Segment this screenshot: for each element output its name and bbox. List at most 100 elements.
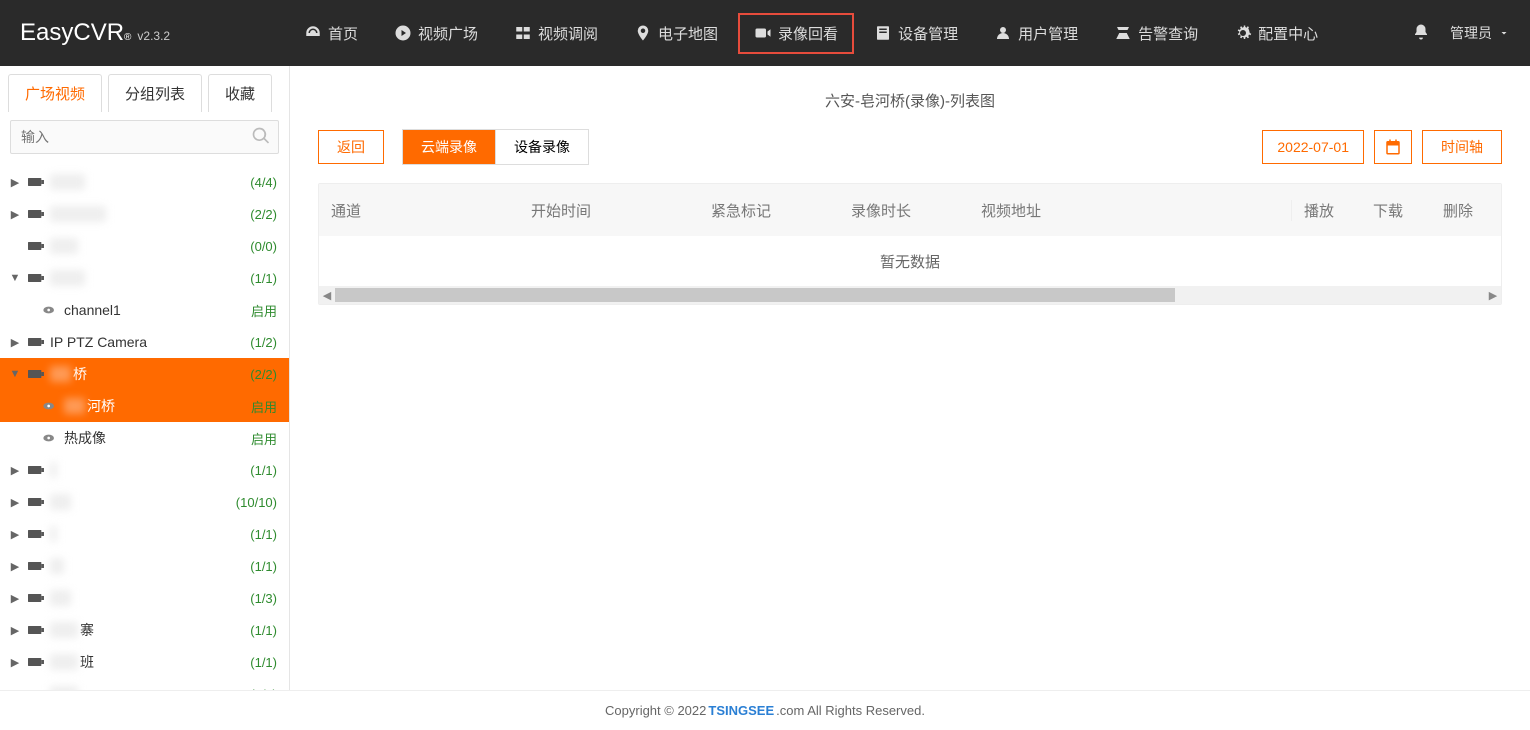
col-channel: 通道 <box>319 200 519 221</box>
camera-icon <box>42 432 58 444</box>
tree-device[interactable]: ▶xx(1/1) <box>0 550 289 582</box>
tree-count: (1/1) <box>250 655 277 670</box>
tree-label: xxx <box>50 494 236 510</box>
expander-icon[interactable]: ▶ <box>8 656 22 669</box>
nav-item-1[interactable]: 视频广场 <box>378 13 494 54</box>
expander-icon[interactable]: ▶ <box>8 336 22 349</box>
nav-item-8[interactable]: 配置中心 <box>1218 13 1334 54</box>
tree-status: 启用 <box>251 301 277 320</box>
nav-item-0[interactable]: 首页 <box>288 13 374 54</box>
tree-device[interactable]: ▶ xxxxxxxx(2/2) <box>0 198 289 230</box>
device-icon <box>28 272 44 284</box>
expander-icon[interactable]: ▶ <box>8 176 22 189</box>
sidebar-tab-1[interactable]: 分组列表 <box>108 74 202 112</box>
horizontal-scrollbar[interactable]: ◀ ▶ <box>319 286 1501 304</box>
tree-label: channel1 <box>64 302 251 318</box>
nav-item-5[interactable]: 设备管理 <box>858 13 974 54</box>
tree-label: xxx桥 <box>50 364 250 384</box>
expander-icon[interactable]: ▼ <box>8 368 22 380</box>
expander-icon[interactable]: ▶ <box>8 528 22 541</box>
nav-icon <box>634 24 652 42</box>
expander-icon[interactable]: ▶ <box>8 688 22 691</box>
tree-device[interactable]: ▶ xxxxx(4/4) <box>0 166 289 198</box>
tree-label: xxxxx <box>50 174 250 190</box>
cloud-record-tab[interactable]: 云端录像 <box>403 130 495 164</box>
tree-device[interactable]: xxxx(0/0) <box>0 230 289 262</box>
nav-icon <box>1234 24 1252 42</box>
tree-device[interactable]: ▼xxxxx(1/1) <box>0 262 289 294</box>
col-delete: 删除 <box>1431 200 1501 221</box>
tree-channel[interactable]: xxx河桥启用 <box>0 390 289 422</box>
device-record-tab[interactable]: 设备录像 <box>495 130 588 164</box>
nav-icon <box>394 24 412 42</box>
nav-icon <box>1114 24 1132 42</box>
sidebar-tabs: 广场视频分组列表收藏 <box>0 66 289 112</box>
device-icon <box>28 656 44 668</box>
expander-icon[interactable]: ▶ <box>8 624 22 637</box>
tree-device[interactable]: ▶xxxx寨(1/1) <box>0 614 289 646</box>
tree-channel[interactable]: channel1启用 <box>0 294 289 326</box>
scroll-thumb[interactable] <box>335 288 1175 302</box>
search-icon[interactable] <box>251 126 271 146</box>
col-urgent: 紧急标记 <box>699 200 839 221</box>
date-picker[interactable]: 2022-07-01 <box>1262 130 1364 164</box>
nav-icon <box>874 24 892 42</box>
tree-device[interactable]: ▶x(1/1) <box>0 454 289 486</box>
scroll-right-icon[interactable]: ▶ <box>1485 289 1501 302</box>
admin-label: 管理员 <box>1450 23 1492 43</box>
tree-status: 启用 <box>251 397 277 416</box>
tree-device[interactable]: ▶xxxx(1/1) <box>0 678 289 690</box>
expander-icon[interactable]: ▶ <box>8 464 22 477</box>
admin-menu[interactable]: 管理员 <box>1450 23 1510 43</box>
tree-device[interactable]: ▶ xxx(1/3) <box>0 582 289 614</box>
tree-channel[interactable]: 热成像启用 <box>0 422 289 454</box>
device-icon <box>28 688 44 690</box>
tree-label: xxxx班 <box>50 652 250 672</box>
calendar-button[interactable] <box>1374 130 1412 164</box>
sidebar-tab-0[interactable]: 广场视频 <box>8 74 102 112</box>
tree-label: xxxx <box>50 686 250 690</box>
search-input[interactable] <box>10 120 279 154</box>
nav-item-6[interactable]: 用户管理 <box>978 13 1094 54</box>
device-icon <box>28 592 44 604</box>
footer: Copyright © 2022 TSINGSEE .com All Right… <box>0 690 1530 730</box>
device-icon <box>28 624 44 636</box>
nav-item-7[interactable]: 告警查询 <box>1098 13 1214 54</box>
nav-item-2[interactable]: 视频调阅 <box>498 13 614 54</box>
tree-label: xxxxxxxx <box>50 206 250 222</box>
back-button[interactable]: 返回 <box>318 130 384 164</box>
nav-icon <box>994 24 1012 42</box>
tree-device[interactable]: ▼xxx桥(2/2) <box>0 358 289 390</box>
device-icon <box>28 496 44 508</box>
nav-item-4[interactable]: 录像回看 <box>738 13 854 54</box>
nav-item-3[interactable]: 电子地图 <box>618 13 734 54</box>
tree-count: (1/1) <box>250 527 277 542</box>
tree-count: (4/4) <box>250 175 277 190</box>
tree-label: xxxx寨 <box>50 620 250 640</box>
tree-device[interactable]: ▶x(1/1) <box>0 518 289 550</box>
expander-icon[interactable]: ▶ <box>8 496 22 509</box>
tree-device[interactable]: ▶xxx(10/10) <box>0 486 289 518</box>
device-tree: ▶xxxxx(4/4)▶xxxxxxxx(2/2)xxxx(0/0)▼xxxxx… <box>0 162 289 690</box>
expander-icon[interactable]: ▼ <box>8 272 22 284</box>
expander-icon[interactable]: ▶ <box>8 560 22 573</box>
tree-device[interactable]: ▶ xxxx班(1/1) <box>0 646 289 678</box>
sidebar-tab-2[interactable]: 收藏 <box>208 74 272 112</box>
table-empty: 暂无数据 <box>319 236 1501 286</box>
tree-label: x <box>50 462 250 478</box>
tree-label: IP PTZ Camera <box>50 334 250 350</box>
tree-count: (2/2) <box>250 207 277 222</box>
expander-icon[interactable]: ▶ <box>8 592 22 605</box>
tree-device[interactable]: ▶IP PTZ Camera(1/2) <box>0 326 289 358</box>
expander-icon[interactable]: ▶ <box>8 208 22 221</box>
tree-count: (1/3) <box>250 591 277 606</box>
table-header: 通道 开始时间 紧急标记 录像时长 视频地址 播放 下载 删除 <box>319 184 1501 236</box>
device-icon <box>28 528 44 540</box>
tree-count: (1/1) <box>250 271 277 286</box>
tree-label: xxx <box>50 590 250 606</box>
scroll-left-icon[interactable]: ◀ <box>319 289 335 302</box>
tree-count: (1/1) <box>250 559 277 574</box>
main-nav: 首页视频广场视频调阅电子地图录像回看设备管理用户管理告警查询配置中心 <box>210 13 1412 54</box>
timeline-button[interactable]: 时间轴 <box>1422 130 1502 164</box>
notification-bell-icon[interactable] <box>1412 23 1430 44</box>
